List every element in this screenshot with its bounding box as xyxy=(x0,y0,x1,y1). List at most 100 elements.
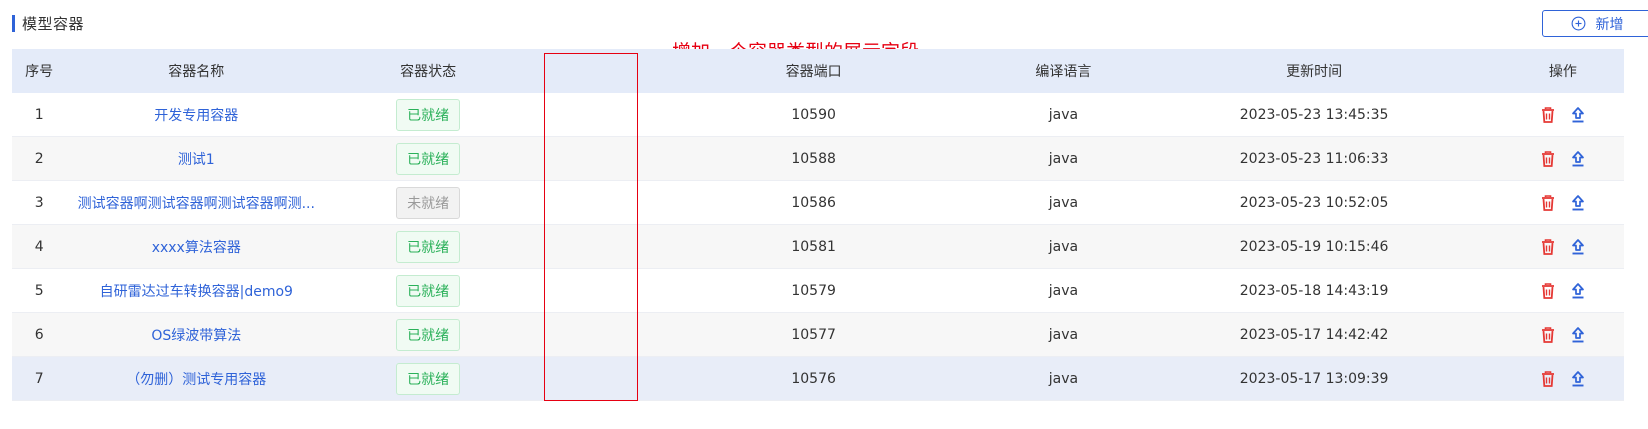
add-button[interactable]: 新增 xyxy=(1542,10,1648,37)
port-cell: 10579 xyxy=(791,282,836,299)
trash-icon[interactable] xyxy=(1539,326,1557,344)
table-body: 1 开发专用容器 已就绪 10590 java 2023-05-23 13:45… xyxy=(12,93,1624,401)
port-cell: 10577 xyxy=(791,326,836,343)
column-header-updated: 更新时间 xyxy=(1286,64,1343,80)
container-name-link[interactable]: 测试容器啊测试容器啊测试容器啊测... xyxy=(78,193,315,213)
container-name-cell: 开发专用容器 xyxy=(66,93,326,136)
upload-icon[interactable] xyxy=(1569,150,1587,168)
container-name-link[interactable]: 测试1 xyxy=(178,149,215,169)
table-header: 序号 容器名称 容器状态 容器端口 编译语言 更新时间 操作 xyxy=(12,49,1624,93)
upload-icon[interactable] xyxy=(1569,326,1587,344)
actions-cell xyxy=(1502,313,1624,356)
actions-cell xyxy=(1502,137,1624,180)
updated-time-cell: 2023-05-23 10:52:05 xyxy=(1239,194,1389,211)
row-index: 2 xyxy=(34,150,44,167)
column-header-index: 序号 xyxy=(25,64,54,80)
trash-icon[interactable] xyxy=(1539,370,1557,388)
container-name-cell: OS绿波带算法 xyxy=(66,313,326,356)
status-cell: 已就绪 xyxy=(326,357,530,400)
actions-cell xyxy=(1502,225,1624,268)
page-header: 模型容器 xyxy=(12,12,84,34)
table-row: 6 OS绿波带算法 已就绪 10577 java 2023-05-17 14:4… xyxy=(12,313,1624,357)
updated-time-cell: 2023-05-17 13:09:39 xyxy=(1239,370,1389,387)
row-index: 1 xyxy=(34,106,44,123)
language-cell: java xyxy=(1048,370,1079,387)
upload-icon[interactable] xyxy=(1569,194,1587,212)
status-cell: 已就绪 xyxy=(326,137,530,180)
language-cell: java xyxy=(1048,106,1079,123)
page-title: 模型容器 xyxy=(22,14,85,33)
column-header-container-type xyxy=(530,49,627,93)
language-cell: java xyxy=(1048,238,1079,255)
column-header-actions: 操作 xyxy=(1548,64,1577,80)
column-header-name: 容器名称 xyxy=(168,64,225,80)
table-row: 4 xxxx算法容器 已就绪 10581 java 2023-05-19 10:… xyxy=(12,225,1624,269)
container-name-cell: （勿删）测试专用容器 xyxy=(66,357,326,400)
port-cell: 10581 xyxy=(791,238,836,255)
language-cell: java xyxy=(1048,326,1079,343)
row-index: 4 xyxy=(34,238,44,255)
table-row: 5 自研雷达过车转换容器|demo9 已就绪 10579 java 2023-0… xyxy=(12,269,1624,313)
updated-time-cell: 2023-05-19 10:15:46 xyxy=(1239,238,1389,255)
plus-circle-icon xyxy=(1571,16,1585,31)
language-cell: java xyxy=(1048,194,1079,211)
container-name-link[interactable]: （勿删）测试专用容器 xyxy=(126,369,266,389)
upload-icon[interactable] xyxy=(1569,238,1587,256)
container-type-cell xyxy=(530,181,627,224)
status-badge: 已就绪 xyxy=(396,274,461,307)
row-index: 3 xyxy=(34,194,44,211)
container-table: 序号 容器名称 容器状态 容器端口 编译语言 更新时间 操作 1 开发专用容器 … xyxy=(12,49,1624,401)
language-cell: java xyxy=(1048,150,1079,167)
container-type-cell xyxy=(530,225,627,268)
container-type-cell xyxy=(530,357,627,400)
upload-icon[interactable] xyxy=(1569,106,1587,124)
status-badge: 已就绪 xyxy=(396,142,461,175)
table-row: 1 开发专用容器 已就绪 10590 java 2023-05-23 13:45… xyxy=(12,93,1624,137)
status-badge: 已就绪 xyxy=(396,362,461,395)
table-row: 7 （勿删）测试专用容器 已就绪 10576 java 2023-05-17 1… xyxy=(12,357,1624,401)
actions-cell xyxy=(1502,357,1624,400)
status-badge: 已就绪 xyxy=(396,230,461,263)
column-header-language: 编译语言 xyxy=(1035,64,1092,80)
trash-icon[interactable] xyxy=(1539,282,1557,300)
trash-icon[interactable] xyxy=(1539,150,1557,168)
add-button-label: 新增 xyxy=(1595,16,1624,33)
container-name-cell: 自研雷达过车转换容器|demo9 xyxy=(66,269,326,312)
language-cell: java xyxy=(1048,282,1079,299)
upload-icon[interactable] xyxy=(1569,370,1587,388)
upload-icon[interactable] xyxy=(1569,282,1587,300)
container-name-cell: 测试容器啊测试容器啊测试容器啊测... xyxy=(66,181,326,224)
trash-icon[interactable] xyxy=(1539,106,1557,124)
trash-icon[interactable] xyxy=(1539,238,1557,256)
row-index: 6 xyxy=(34,326,44,343)
status-badge: 已就绪 xyxy=(396,318,461,351)
container-name-link[interactable]: xxxx算法容器 xyxy=(152,237,241,257)
container-type-cell xyxy=(530,137,627,180)
row-index: 5 xyxy=(34,282,44,299)
actions-cell xyxy=(1502,93,1624,136)
column-header-port: 容器端口 xyxy=(785,64,842,80)
port-cell: 10576 xyxy=(791,370,836,387)
actions-cell xyxy=(1502,181,1624,224)
container-type-cell xyxy=(530,269,627,312)
status-cell: 已就绪 xyxy=(326,225,530,268)
port-cell: 10588 xyxy=(791,150,836,167)
container-type-cell xyxy=(530,93,627,136)
column-header-status: 容器状态 xyxy=(400,64,457,80)
updated-time-cell: 2023-05-18 14:43:19 xyxy=(1239,282,1389,299)
table-row: 2 测试1 已就绪 10588 java 2023-05-23 11:06:33 xyxy=(12,137,1624,181)
actions-cell xyxy=(1502,269,1624,312)
status-badge: 已就绪 xyxy=(396,98,461,131)
container-type-cell xyxy=(530,313,627,356)
trash-icon[interactable] xyxy=(1539,194,1557,212)
port-cell: 10586 xyxy=(791,194,836,211)
container-name-link[interactable]: OS绿波带算法 xyxy=(151,325,241,345)
updated-time-cell: 2023-05-23 13:45:35 xyxy=(1239,106,1389,123)
updated-time-cell: 2023-05-17 14:42:42 xyxy=(1239,326,1389,343)
container-name-link[interactable]: 自研雷达过车转换容器|demo9 xyxy=(100,281,293,301)
container-name-link[interactable]: 开发专用容器 xyxy=(154,105,238,125)
status-cell: 已就绪 xyxy=(326,313,530,356)
table-row: 3 测试容器啊测试容器啊测试容器啊测... 未就绪 10586 java 202… xyxy=(12,181,1624,225)
status-cell: 未就绪 xyxy=(326,181,530,224)
updated-time-cell: 2023-05-23 11:06:33 xyxy=(1239,150,1389,167)
